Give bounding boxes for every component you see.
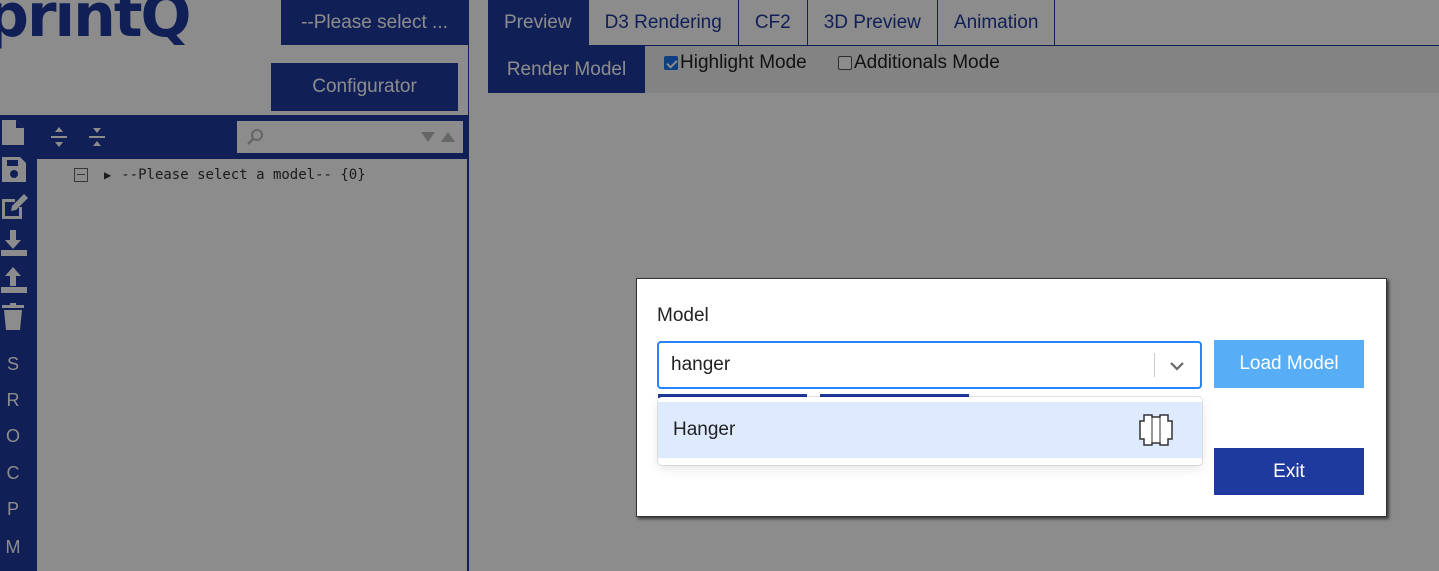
option-label: Hanger <box>673 419 736 440</box>
chevron-down-icon[interactable] <box>1167 356 1187 376</box>
exit-button[interactable]: Exit <box>1214 448 1364 495</box>
load-model-button[interactable]: Load Model <box>1214 340 1364 388</box>
load-model-dialog: Model Load Model Exit Hanger <box>636 278 1387 517</box>
model-search-input[interactable] <box>671 343 1141 387</box>
model-select[interactable] <box>657 341 1202 389</box>
model-label: Model <box>657 305 709 326</box>
select-separator <box>1154 353 1155 377</box>
option-hanger[interactable]: Hanger <box>658 402 1202 458</box>
model-options-menu: Hanger <box>658 397 1202 465</box>
hanger-outline-icon <box>1139 414 1173 446</box>
